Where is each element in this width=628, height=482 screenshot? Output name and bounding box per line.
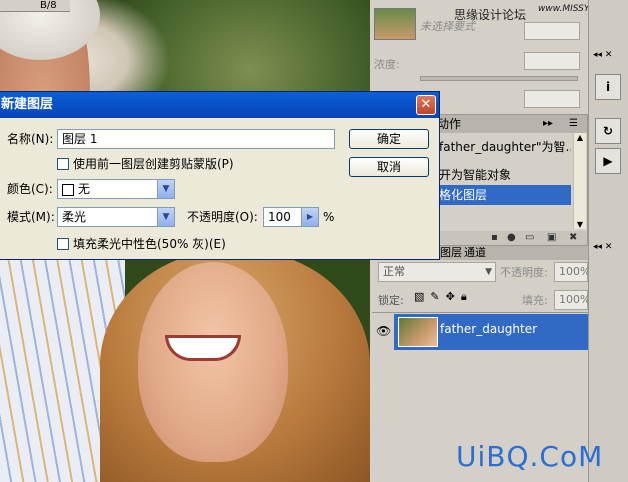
style-thumbnail[interactable] (374, 8, 416, 40)
style-opacity-label: 浓度: (374, 58, 400, 71)
style-field-3[interactable] (524, 90, 580, 108)
clip-mask-checkbox[interactable] (57, 158, 69, 170)
record-icon[interactable]: ● (507, 231, 516, 245)
new-action-icon[interactable]: ▣ (547, 231, 556, 245)
action-item-label: father_daughter"为智... (439, 140, 571, 154)
chevron-down-icon[interactable]: ▼ (157, 208, 174, 226)
color-swatch (62, 183, 74, 196)
actions-tabbar: 动作 ▸▸ ☰ (433, 115, 587, 133)
lock-icons[interactable]: ▧✎✥🔒︎ (414, 290, 473, 304)
history-icon[interactable]: ↻ (595, 118, 621, 144)
name-value: 图层 1 (62, 132, 98, 146)
mode-label: 模式(M): (7, 210, 55, 224)
document-tab[interactable]: B/8 (0, 0, 70, 12)
watermark-bottom: UiBQ.CoM (456, 440, 604, 473)
stop-icon[interactable]: ▪ (491, 231, 498, 245)
layer-name: father_daughter (440, 322, 538, 336)
chevron-down-icon: ▼ (485, 267, 492, 277)
fill-field[interactable]: 100% (554, 290, 591, 310)
document-tab-label: B/8 (40, 0, 57, 11)
layer-row[interactable]: father_daughter (394, 314, 598, 350)
action-item-label: 格化图层 (439, 188, 488, 202)
layer-thumbnail (398, 317, 438, 347)
play-icon[interactable]: ▶ (595, 148, 621, 174)
tab-channels[interactable]: 通道 (464, 246, 486, 260)
ok-button[interactable]: 确定 (349, 129, 429, 149)
neutral-fill-checkbox[interactable] (57, 238, 69, 250)
actions-scrollbar[interactable]: ▲ ▼ (573, 133, 586, 229)
layers-opacity-label: 不透明度: (500, 266, 548, 279)
new-layer-dialog: 新建图层 ✕ 名称(N): 图层 1 确定 取消 使用前一图层创建剪贴蒙版(P)… (0, 91, 440, 260)
blend-mode-value: 正常 (383, 265, 405, 278)
chevron-right-icon[interactable]: ▶ (301, 208, 318, 226)
fill-value: 100% (559, 293, 591, 306)
clip-mask-label: 使用前一图层创建剪贴蒙版(P) (73, 157, 234, 171)
layers-opacity-value: 100% (559, 265, 591, 278)
action-item-label: 开为智能对象 (439, 168, 512, 182)
info-icon[interactable]: i (595, 74, 621, 100)
eye-visibility-icon[interactable]: 👁︎ (376, 324, 391, 338)
mode-select[interactable]: 柔光 ▼ (57, 207, 175, 227)
color-value: 无 (78, 182, 91, 196)
lock-transparent-icon[interactable]: ▧ (414, 290, 430, 303)
mode-value: 柔光 (62, 210, 87, 224)
neutral-fill-label: 填充柔光中性色(50% 灰)(E) (73, 237, 226, 251)
color-label: 颜色(C): (7, 182, 53, 196)
style-slider[interactable] (420, 76, 578, 81)
name-field[interactable]: 图层 1 (57, 129, 335, 149)
lock-all-icon[interactable]: 🔒︎ (461, 290, 473, 303)
divider (372, 312, 588, 313)
panel-menu-icon[interactable]: ☰ (569, 116, 578, 132)
style-field-2[interactable] (524, 52, 580, 70)
layers-opacity-field[interactable]: 100% (554, 262, 591, 282)
scroll-up-icon[interactable]: ▲ (574, 133, 586, 142)
lock-move-icon[interactable]: ✥ (446, 290, 461, 303)
dock-expand-icon[interactable]: ◂◂ ✕ (593, 50, 612, 60)
tab-actions[interactable]: 动作 (437, 116, 461, 132)
dialog-titlebar[interactable]: 新建图层 ✕ (0, 92, 439, 118)
dock-expand-icon-2[interactable]: ◂◂ ✕ (593, 242, 612, 252)
blend-mode-select[interactable]: 正常 ▼ (378, 262, 496, 282)
actions-footer: ▪ ● ▭ ▣ ✖ (433, 231, 587, 245)
delete-action-icon[interactable]: ✖ (569, 231, 577, 245)
watermark-top: 思缘设计论坛 (454, 8, 527, 22)
opacity-field[interactable]: 100 ▶ (263, 207, 319, 227)
opacity-unit: % (323, 210, 335, 224)
action-item-1[interactable]: father_daughter"为智... (439, 139, 571, 155)
opacity-label: 不透明度(O): (187, 210, 258, 224)
name-label: 名称(N): (7, 132, 54, 146)
color-select[interactable]: 无 ▼ (57, 179, 175, 199)
tab-layers[interactable]: 图层 (440, 246, 462, 260)
action-item-2[interactable]: 开为智能对象 (439, 167, 571, 183)
lock-paint-icon[interactable]: ✎ (430, 290, 445, 303)
panel-expand-icon[interactable]: ▸▸ (543, 116, 553, 132)
style-field-1[interactable] (524, 22, 580, 40)
scroll-down-icon[interactable]: ▼ (574, 220, 586, 229)
close-icon[interactable]: ✕ (416, 95, 436, 115)
dialog-title: 新建图层 (1, 97, 54, 112)
cancel-button[interactable]: 取消 (349, 157, 429, 177)
actions-panel: 动作 ▸▸ ☰ father_daughter"为智... 开为智能对象 格化图… (432, 114, 588, 246)
fill-label: 填充: (522, 294, 548, 307)
panel-dock: i ↻ ▶ ◂◂ ✕ ◂◂ ✕ (588, 0, 628, 482)
lock-label: 锁定: (378, 294, 404, 307)
action-item-3[interactable]: 格化图层 (433, 185, 571, 205)
chevron-down-icon[interactable]: ▼ (157, 180, 174, 198)
opacity-value: 100 (268, 210, 291, 224)
photo-daughter-face (138, 262, 288, 462)
new-set-icon[interactable]: ▭ (525, 231, 534, 245)
